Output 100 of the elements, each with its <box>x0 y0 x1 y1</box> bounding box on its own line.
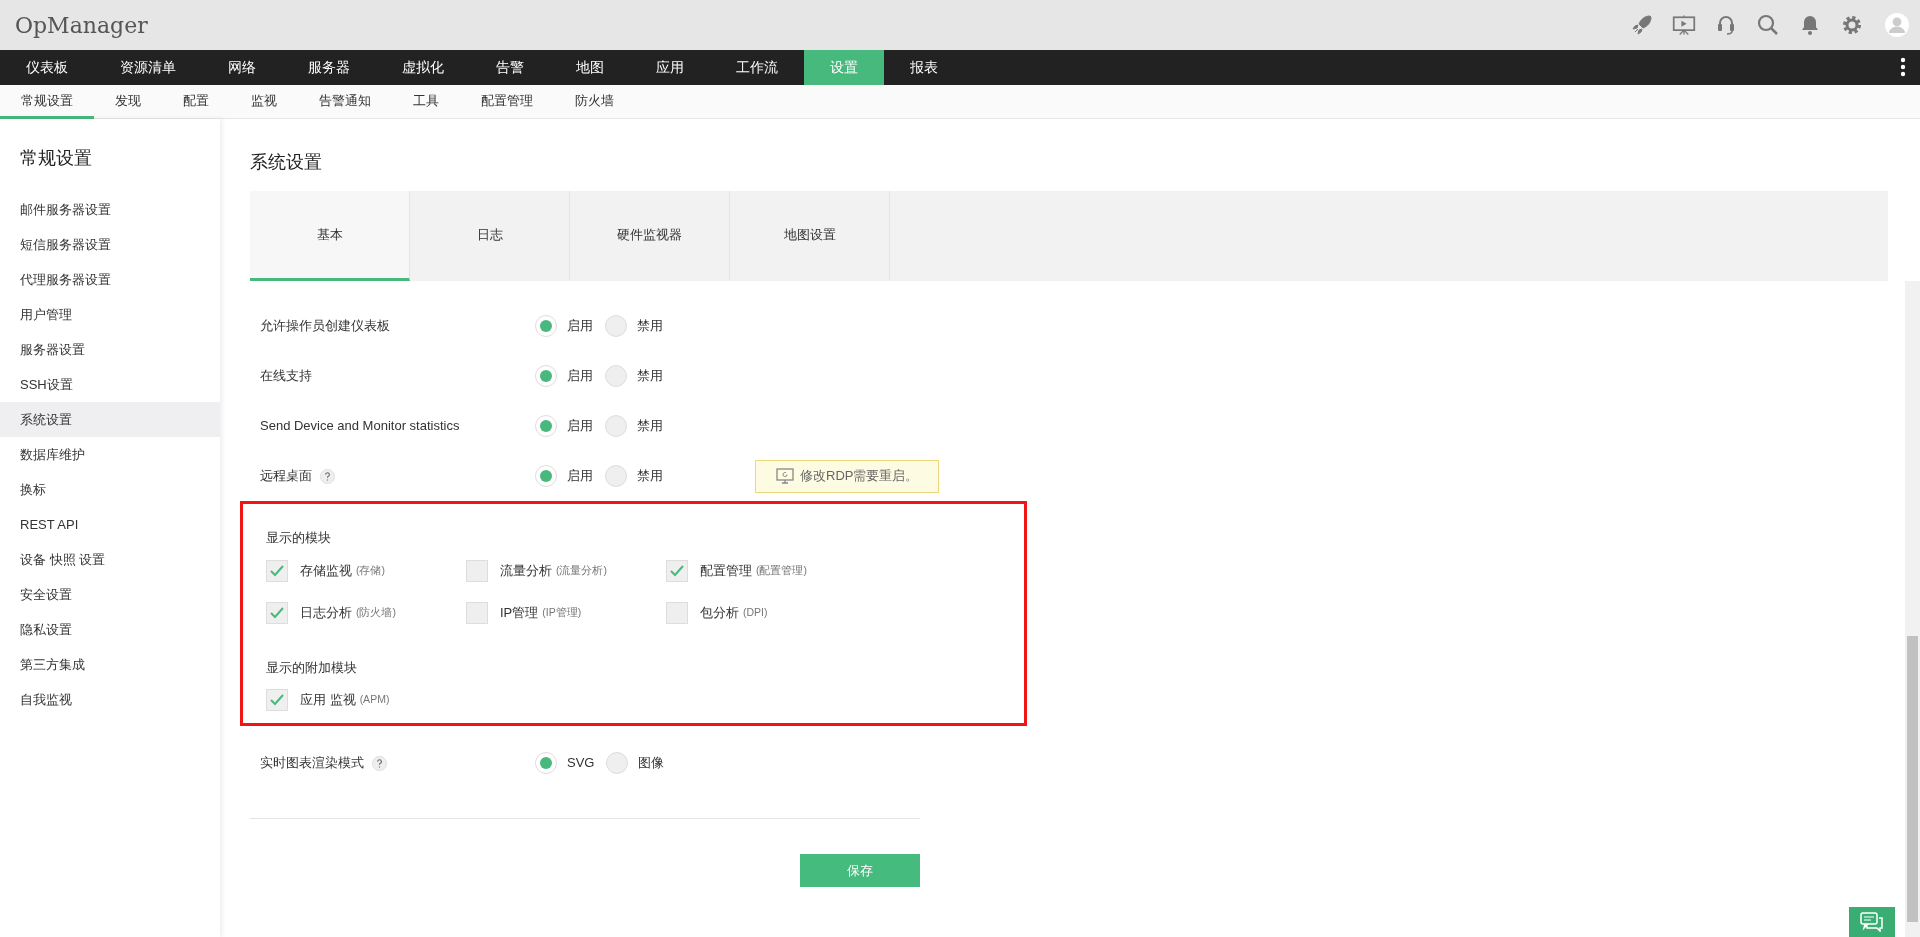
checkbox[interactable] <box>266 689 288 711</box>
radio-button[interactable] <box>535 315 557 337</box>
nav-tab[interactable]: 网络 <box>202 50 282 85</box>
setting-label: 远程桌面 <box>260 467 312 486</box>
module-note: (IP管理) <box>542 604 582 620</box>
checkbox-label: IP管理 <box>500 603 539 622</box>
module-note: (流量分析) <box>556 562 607 578</box>
nav-tab[interactable]: 工作流 <box>710 50 804 85</box>
help-icon[interactable] <box>320 468 335 484</box>
check-icon <box>270 564 284 577</box>
sidebar-item[interactable]: 数据库维护 <box>0 437 220 472</box>
check-icon <box>270 694 284 706</box>
tooltip-text: 修改RDP需要重启。 <box>800 467 919 486</box>
nav-tab[interactable]: 应用 <box>630 50 710 85</box>
radio-label: SVG <box>567 754 595 773</box>
subnav-tab[interactable]: 配置 <box>162 85 230 119</box>
module-note: (APM) <box>359 692 390 708</box>
module-note: (DPI) <box>743 604 768 620</box>
settings-tab[interactable]: 地图设置 <box>730 191 890 281</box>
checkbox[interactable] <box>666 601 688 624</box>
rocket-icon[interactable] <box>1630 13 1654 37</box>
more-icon[interactable] <box>1900 57 1906 77</box>
avatar-icon[interactable] <box>1882 13 1912 37</box>
checkbox[interactable] <box>466 601 488 624</box>
module-note: (防火墙) <box>356 604 396 620</box>
sidebar-item[interactable]: 系统设置 <box>0 402 220 437</box>
subnav-tab[interactable]: 常规设置 <box>0 85 94 119</box>
subnav-tab[interactable]: 监视 <box>230 85 298 119</box>
radio-button[interactable] <box>605 365 627 387</box>
nav-tab[interactable]: 服务器 <box>282 50 376 85</box>
subnav-tab[interactable]: 工具 <box>392 85 460 119</box>
sidebar-item[interactable]: 短信服务器设置 <box>0 227 220 262</box>
sidebar-title: 常规设置 <box>19 147 93 170</box>
radio-button[interactable] <box>605 415 627 437</box>
nav-tab[interactable]: 告警 <box>470 50 550 85</box>
group-title: 显示的附加模块 <box>266 658 358 677</box>
checkbox[interactable] <box>266 601 288 624</box>
setting-label: Send Device and Monitor statistics <box>260 417 460 436</box>
checkbox-label: 日志分析 <box>300 603 352 622</box>
checkbox[interactable] <box>266 559 288 582</box>
chat-button[interactable] <box>1849 907 1895 937</box>
checkbox-label: 应用 监视 <box>300 691 356 710</box>
settings-tab[interactable]: 硬件监视器 <box>570 191 730 281</box>
presentation-icon[interactable] <box>1672 13 1696 37</box>
scrollbar[interactable] <box>1905 281 1920 937</box>
sidebar-item[interactable]: 安全设置 <box>0 577 220 612</box>
checkbox-label: 流量分析 <box>500 561 552 580</box>
checkbox[interactable] <box>666 559 688 582</box>
checkbox-label: 包分析 <box>700 603 739 622</box>
page-title: 系统设置 <box>250 151 323 174</box>
sidebar-item[interactable]: 隐私设置 <box>0 612 220 647</box>
checkbox-label: 配置管理 <box>700 561 752 580</box>
sidebar-item[interactable]: REST API <box>0 507 220 542</box>
sidebar-item[interactable]: 自我监视 <box>0 682 220 717</box>
sidebar-item[interactable]: 设备 快照 设置 <box>0 542 220 577</box>
subnav-tab[interactable]: 配置管理 <box>460 85 554 119</box>
settings-tab[interactable]: 基本 <box>250 191 410 281</box>
group-title: 显示的模块 <box>266 529 332 547</box>
nav-tab[interactable]: 地图 <box>550 50 630 85</box>
sidebar-item[interactable]: 换标 <box>0 472 220 507</box>
sidebar-item[interactable]: 代理服务器设置 <box>0 262 220 297</box>
check-icon <box>670 564 684 577</box>
radio-label: 禁用 <box>637 317 663 336</box>
app-logo: OpManager <box>15 11 148 40</box>
checkbox[interactable] <box>466 559 488 582</box>
radio-label: 禁用 <box>637 367 663 386</box>
sidebar-item[interactable]: 用户管理 <box>0 297 220 332</box>
subnav-tab[interactable]: 告警通知 <box>298 85 392 119</box>
radio-button[interactable] <box>535 465 557 487</box>
nav-tab[interactable]: 资源清单 <box>94 50 202 85</box>
nav-tab[interactable]: 虚拟化 <box>376 50 470 85</box>
search-icon[interactable] <box>1756 13 1780 37</box>
radio-button[interactable] <box>535 365 557 387</box>
radio-label: 启用 <box>567 417 593 436</box>
settings-icon[interactable] <box>1840 13 1864 37</box>
settings-tab[interactable]: 日志 <box>410 191 570 281</box>
subnav-tab[interactable]: 发现 <box>94 85 162 119</box>
sidebar-item[interactable]: 服务器设置 <box>0 332 220 367</box>
radio-button[interactable] <box>605 465 627 487</box>
help-icon[interactable] <box>372 755 387 771</box>
nav-tab[interactable]: 仪表板 <box>0 50 94 85</box>
radio-button[interactable] <box>606 752 629 774</box>
setting-label: 在线支持 <box>260 367 312 386</box>
radio-label: 启用 <box>567 467 593 486</box>
module-note: (配置管理) <box>756 562 807 578</box>
radio-label: 图像 <box>638 754 665 773</box>
sidebar-item[interactable]: 第三方集成 <box>0 647 220 682</box>
check-icon <box>270 606 284 619</box>
radio-label: 禁用 <box>637 417 663 436</box>
radio-label: 启用 <box>567 317 593 336</box>
radio-button[interactable] <box>535 752 557 774</box>
sidebar-item[interactable]: 邮件服务器设置 <box>0 192 220 227</box>
subnav-tab[interactable]: 防火墙 <box>554 85 635 119</box>
sidebar-item[interactable]: SSH设置 <box>0 367 220 402</box>
radio-button[interactable] <box>605 315 627 337</box>
radio-button[interactable] <box>535 415 557 437</box>
chat-icon <box>1860 912 1884 933</box>
checkbox-label: 存储监视 <box>300 561 352 580</box>
nav-tab[interactable]: 报表 <box>884 50 964 85</box>
monitor-icon <box>776 468 794 484</box>
